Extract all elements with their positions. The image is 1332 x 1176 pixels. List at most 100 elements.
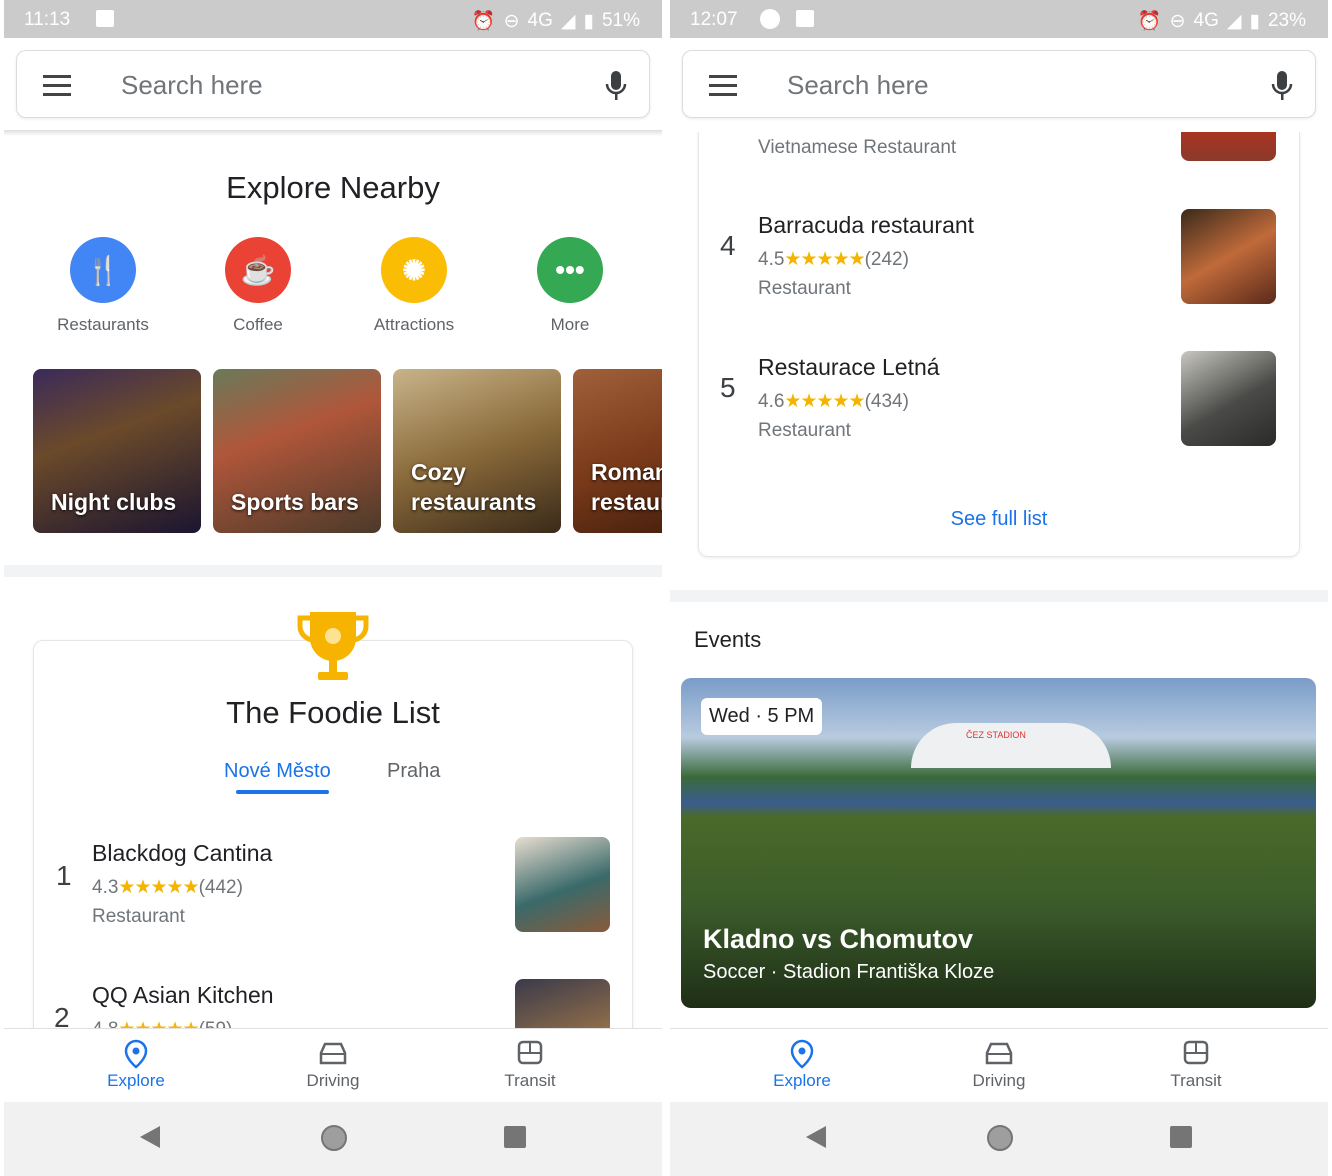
- card-label: Night clubs: [51, 489, 177, 515]
- menu-icon[interactable]: [709, 75, 737, 102]
- status-time: 11:13: [24, 9, 71, 30]
- system-nav: [4, 1102, 662, 1176]
- item-rating: 4.6: [758, 391, 785, 412]
- back-icon[interactable]: [138, 1124, 162, 1150]
- category-label: Restaurants: [57, 315, 149, 334]
- right-screen: Vietnamese Restaurant 4 Barracuda restau…: [670, 0, 1328, 1176]
- star-rating-icon: ★★★★★: [784, 391, 865, 412]
- battery-icon: ▮: [583, 10, 594, 32]
- nav-label: Driving: [306, 1071, 360, 1090]
- ferris-wheel-icon: ✺: [381, 237, 447, 303]
- tab-nove-mesto[interactable]: Nové Město: [224, 760, 331, 783]
- card-night-clubs[interactable]: Night clubs: [33, 369, 201, 533]
- category-restaurants[interactable]: 🍴 Restaurants: [33, 237, 173, 335]
- car-icon: [319, 1042, 347, 1065]
- bottom-nav: Explore Driving Transit: [4, 1028, 662, 1102]
- image-notification-icon: [796, 10, 814, 27]
- item-photo: [515, 837, 610, 932]
- microphone-icon[interactable]: [1271, 71, 1293, 101]
- list-item[interactable]: 2 QQ Asian Kitchen 4.8★★★★★(59): [4, 972, 662, 1028]
- item-photo: [1181, 351, 1276, 446]
- item-rating: 4.8: [92, 1019, 118, 1028]
- card-cozy-restaurants[interactable]: Cozy restaurants: [393, 369, 561, 533]
- nav-label: Driving: [972, 1071, 1026, 1090]
- category-more[interactable]: ••• More: [500, 237, 640, 335]
- item-type: Vietnamese Restaurant: [758, 137, 957, 158]
- see-full-list-link[interactable]: See full list: [670, 508, 1328, 531]
- nav-label: Transit: [504, 1071, 556, 1090]
- dnd-icon: ⊖: [1169, 10, 1186, 32]
- system-nav: [670, 1102, 1328, 1176]
- foodie-title: The Foodie List: [226, 695, 440, 730]
- alarm-icon: ⏰: [1137, 11, 1162, 32]
- nav-label: Explore: [773, 1071, 831, 1090]
- item-rank: 4: [720, 230, 736, 261]
- category-attractions[interactable]: ✺ Attractions: [344, 237, 484, 335]
- star-rating-icon: ★★★★★: [784, 249, 865, 270]
- recents-icon[interactable]: [504, 1126, 526, 1148]
- microphone-icon[interactable]: [605, 71, 627, 101]
- stadium-sign: ČEZ STADION: [966, 730, 1026, 740]
- nav-explore[interactable]: Explore: [66, 1039, 206, 1091]
- list-item[interactable]: 1 Blackdog Cantina 4.3★★★★★(442) Restaur…: [4, 830, 662, 950]
- left-screen: 11:13 ⏰ ⊖ 4G ◢ ▮ 51% Search here Explore Near…: [4, 0, 662, 1176]
- item-type: Restaurant: [758, 420, 851, 441]
- star-rating-icon: ★★★★★: [118, 877, 199, 898]
- alarm-icon: ⏰: [471, 11, 496, 32]
- list-item[interactable]: 4 Barracuda restaurant 4.5★★★★★(242) Res…: [670, 200, 1328, 320]
- item-rating: 4.5: [758, 249, 785, 270]
- foodie-list-card: [698, 100, 1300, 557]
- signal-icon: ◢: [1226, 10, 1242, 32]
- location-pin-icon: [790, 1039, 814, 1069]
- car-icon: [985, 1042, 1013, 1065]
- home-icon[interactable]: [320, 1124, 348, 1152]
- nav-label: Transit: [1170, 1071, 1222, 1090]
- active-tab-indicator: [236, 790, 329, 794]
- bottom-nav: Explore Driving Transit: [670, 1028, 1328, 1102]
- status-bar: 12:07 ⏰ ⊖ 4G ◢ ▮ 23%: [670, 0, 1328, 38]
- card-sports-bars[interactable]: Sports bars: [213, 369, 381, 533]
- star-rating-icon: ★★★★★: [118, 1019, 199, 1028]
- battery-icon: ▮: [1249, 10, 1260, 32]
- search-bar[interactable]: Search here: [682, 50, 1316, 118]
- search-input[interactable]: Search here: [787, 70, 929, 101]
- bus-icon: [1183, 1040, 1209, 1065]
- location-pin-icon: [124, 1039, 148, 1069]
- home-icon[interactable]: [986, 1124, 1014, 1152]
- search-bar[interactable]: Search here: [16, 50, 650, 118]
- network-type: 4G: [1193, 10, 1219, 31]
- category-coffee[interactable]: ☕ Coffee: [188, 237, 328, 335]
- menu-icon[interactable]: [43, 75, 71, 102]
- dnd-icon: ⊖: [503, 10, 520, 32]
- item-reviews: (59): [199, 1019, 233, 1028]
- item-rank: 2: [54, 1002, 70, 1028]
- nav-transit[interactable]: Transit: [460, 1039, 600, 1091]
- item-name: Barracuda restaurant: [758, 212, 975, 238]
- item-name: Blackdog Cantina: [92, 840, 273, 866]
- item-name: Restaurace Letná: [758, 354, 940, 380]
- event-card[interactable]: ČEZ STADION Wed · 5 PM Kladno vs Chomuto…: [681, 678, 1316, 1008]
- item-reviews: (442): [198, 877, 243, 898]
- category-label: Attractions: [373, 315, 455, 334]
- network-type: 4G: [527, 10, 553, 31]
- card-label: Sports bars: [231, 489, 359, 515]
- back-icon[interactable]: [804, 1124, 828, 1150]
- card-label: Romantic restaurants: [591, 459, 662, 515]
- nav-transit[interactable]: Transit: [1126, 1039, 1266, 1091]
- recents-icon[interactable]: [1170, 1126, 1192, 1148]
- search-input[interactable]: Search here: [121, 70, 263, 101]
- nav-driving[interactable]: Driving: [929, 1039, 1069, 1091]
- list-item[interactable]: 5 Restaurace Letná 4.6★★★★★(434) Restaur…: [670, 342, 1328, 462]
- sheet-shadow: [4, 130, 662, 136]
- nav-explore[interactable]: Explore: [732, 1039, 872, 1091]
- app-notification-icon: [760, 9, 780, 29]
- bus-icon: [517, 1040, 543, 1065]
- item-photo: [1181, 209, 1276, 304]
- trophy-icon: [297, 612, 369, 680]
- nav-driving[interactable]: Driving: [263, 1039, 403, 1091]
- nav-label: Explore: [107, 1071, 165, 1090]
- tab-praha[interactable]: Praha: [387, 760, 440, 783]
- item-name: QQ Asian Kitchen: [92, 982, 274, 1008]
- card-romantic-restaurants[interactable]: Romantic restaurants: [573, 369, 662, 533]
- event-time-badge: Wed · 5 PM: [701, 698, 823, 735]
